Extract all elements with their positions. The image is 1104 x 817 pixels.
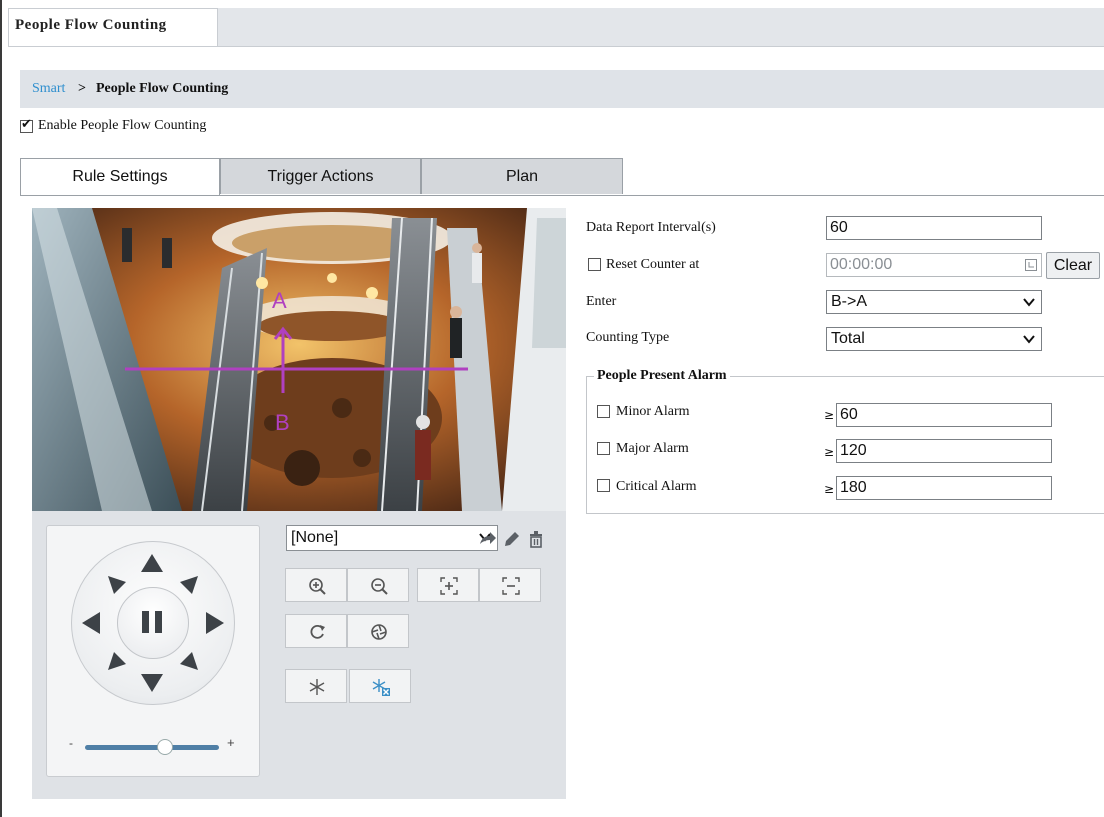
pause-icon — [142, 611, 162, 633]
preset-select[interactable]: [None] — [286, 525, 498, 551]
ptz-dial — [71, 541, 235, 705]
breadcrumb-current: People Flow Counting — [96, 81, 229, 96]
report-interval-input[interactable]: 60 — [826, 216, 1042, 240]
focus-far-button[interactable] — [479, 568, 541, 602]
counting-type-select[interactable]: Total — [826, 327, 1042, 351]
line-label-a: A — [272, 288, 287, 313]
breadcrumb-link-smart[interactable]: Smart — [32, 81, 65, 97]
snowflake-off-icon — [372, 679, 390, 696]
aperture-icon — [371, 624, 387, 640]
snowflake-icon — [309, 679, 325, 695]
tab-rule-settings[interactable]: Rule Settings — [20, 158, 220, 195]
gte-symbol: ≥ — [824, 445, 835, 459]
zoom-out-icon — [371, 578, 388, 595]
focus-near-button[interactable] — [417, 568, 479, 602]
top-tab-bar: People Flow Counting — [8, 8, 1104, 47]
tab-plan-label: Plan — [505, 168, 539, 185]
ptz-stop-button[interactable] — [117, 587, 189, 659]
alarm-group-legend: People Present Alarm — [594, 368, 730, 384]
slider-knob[interactable] — [157, 739, 173, 755]
gte-symbol: ≥ — [824, 408, 835, 422]
major-alarm-label: Major Alarm — [616, 441, 689, 456]
clear-button[interactable]: Clear — [1046, 252, 1100, 279]
tab-plan[interactable]: Plan — [421, 158, 623, 194]
minor-alarm-label: Minor Alarm — [616, 404, 690, 419]
gte-symbol: ≥ — [824, 482, 835, 496]
line-label-b: B — [275, 410, 290, 435]
chevron-down-icon — [1023, 335, 1035, 344]
report-interval-label: Data Report Interval(s) — [586, 220, 716, 235]
major-alarm-checkbox[interactable] — [597, 442, 610, 455]
delete-preset-icon[interactable] — [526, 529, 546, 549]
enter-select[interactable]: B->A — [826, 290, 1042, 314]
reset-counter-checkbox[interactable] — [588, 258, 601, 271]
slider-minus-icon: - — [69, 736, 73, 750]
slider-track[interactable] — [85, 745, 219, 750]
enable-checkbox[interactable] — [20, 117, 33, 133]
critical-alarm-checkbox[interactable] — [597, 479, 610, 492]
edit-preset-icon[interactable] — [502, 529, 522, 549]
enter-select-value: B->A — [831, 293, 868, 310]
video-scene: A B — [32, 208, 566, 511]
critical-alarm-input[interactable]: 180 — [836, 476, 1052, 500]
settings-tabs: Rule Settings Trigger Actions Plan — [20, 158, 1104, 196]
minor-alarm-checkbox[interactable] — [597, 405, 610, 418]
minor-alarm-input[interactable]: 60 — [836, 403, 1052, 427]
zoom-in-icon — [309, 578, 326, 595]
tab-trigger-actions[interactable]: Trigger Actions — [220, 158, 421, 194]
tab-trigger-actions-label: Trigger Actions — [267, 168, 374, 185]
refresh-icon — [310, 624, 325, 639]
critical-alarm-label: Critical Alarm — [616, 479, 697, 494]
ptz-speed-slider[interactable]: - + — [69, 735, 237, 756]
major-alarm-input[interactable]: 120 — [836, 439, 1052, 463]
focus-near-icon — [440, 577, 458, 595]
clock-icon[interactable] — [1025, 259, 1037, 271]
ptz-panel: - + [None] — [32, 511, 566, 799]
reset-time-input[interactable]: 00:00:00 — [826, 253, 1042, 277]
zoom-out-button[interactable] — [347, 568, 409, 602]
enable-label: Enable People Flow Counting — [38, 118, 207, 133]
reset-counter-label: Reset Counter at — [606, 257, 700, 272]
tab-people-flow-counting[interactable]: People Flow Counting — [8, 8, 218, 46]
video-preview[interactable]: A B — [32, 208, 566, 511]
tab-rule-settings-label: Rule Settings — [72, 168, 168, 185]
preset-select-value: [None] — [291, 529, 339, 546]
counting-type-value: Total — [831, 330, 865, 347]
counting-type-label: Counting Type — [586, 330, 670, 345]
focus-far-icon — [502, 577, 520, 595]
breadcrumb: Smart > People Flow Counting — [20, 70, 1104, 108]
reset-time-value: 00:00:00 — [830, 256, 893, 273]
zoom-in-button[interactable] — [285, 568, 347, 602]
iris-open-button[interactable] — [285, 614, 347, 648]
chevron-down-icon — [1023, 298, 1035, 307]
enter-label: Enter — [586, 294, 617, 309]
breadcrumb-separator: > — [78, 81, 86, 96]
ptz-direction-pad: - + — [46, 525, 260, 777]
goto-preset-icon[interactable] — [478, 529, 498, 549]
window-frame-edge — [0, 0, 2, 817]
slider-plus-icon: + — [227, 735, 235, 750]
tab-label: People Flow Counting — [15, 17, 167, 33]
iris-close-button[interactable] — [347, 614, 409, 648]
defog-off-button[interactable] — [349, 669, 411, 703]
defog-button[interactable] — [285, 669, 347, 703]
